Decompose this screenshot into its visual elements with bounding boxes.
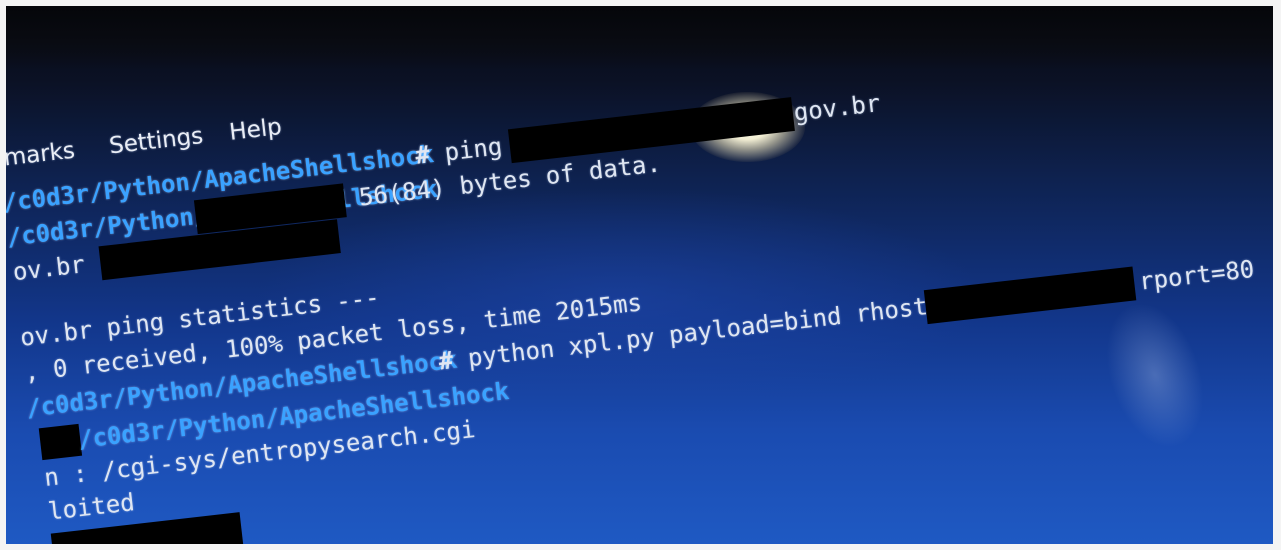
frame-bottom bbox=[0, 544, 1281, 550]
frame-left bbox=[0, 0, 6, 550]
menu-bookmarks[interactable]: marks bbox=[3, 138, 77, 172]
host-suffix: gov.br bbox=[792, 89, 882, 127]
ping-host: ov.br bbox=[11, 250, 87, 287]
frame-right bbox=[1273, 0, 1281, 550]
redacted-prefix bbox=[38, 423, 83, 461]
terminal-window: marks Settings Help /c0d3r/Python/Apache… bbox=[0, 0, 1281, 550]
exploited-status: loited bbox=[46, 488, 136, 526]
rport: rport=80 bbox=[1137, 254, 1256, 296]
frame-top bbox=[0, 0, 1281, 6]
menu-settings[interactable]: Settings bbox=[108, 123, 205, 160]
monitor-photo: marks Settings Help /c0d3r/Python/Apache… bbox=[0, 0, 1281, 550]
ping-command: ping bbox=[428, 130, 518, 169]
redacted-rhost bbox=[923, 266, 1137, 325]
menu-help[interactable]: Help bbox=[228, 114, 283, 146]
